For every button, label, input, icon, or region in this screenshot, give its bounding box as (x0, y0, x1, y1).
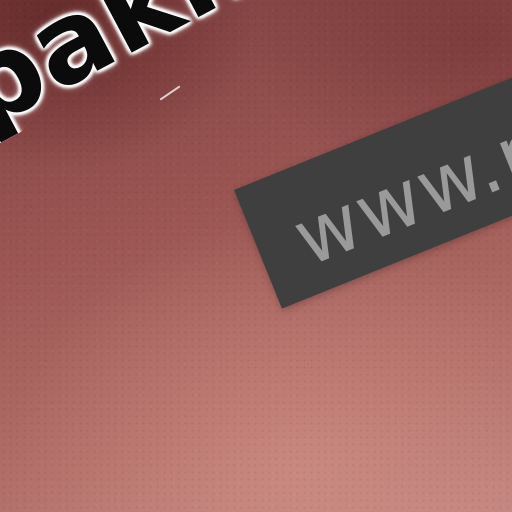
banner-url-text: www.p (281, 100, 512, 285)
paint-stroke (159, 85, 181, 101)
painted-wall-lettering: pakn (0, 0, 275, 155)
url-banner: www.p (234, 55, 512, 309)
